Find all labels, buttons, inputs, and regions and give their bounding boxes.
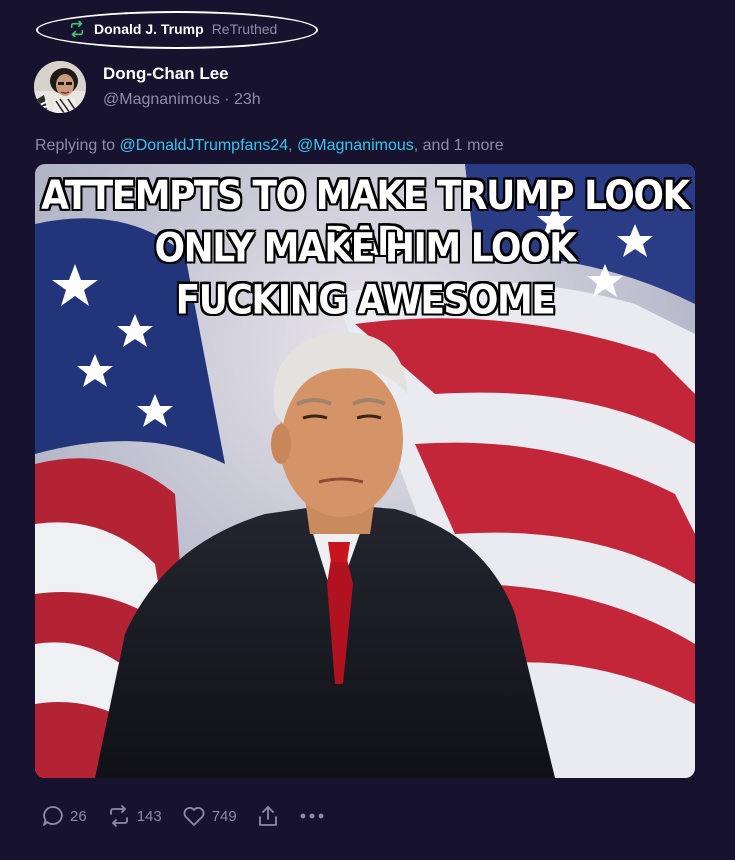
replying-to-line: Replying to @DonaldJTrumpfans24, @Magnan… [35,137,504,155]
reply-icon [43,806,63,826]
like-button[interactable]: 749 [182,805,237,827]
author-handle[interactable]: @Magnanimous [103,91,220,108]
like-count: 749 [211,807,237,825]
retruth-count: 143 [136,807,162,825]
meme-caption-line-2: ONLY MAKE HIM LOOK [154,225,577,272]
retruth-label: ReTruthed [211,21,278,37]
handle-separator: · [219,91,234,108]
retruth-icon [109,805,128,827]
reply-prefix: Replying to [35,137,120,154]
retruth-user-name[interactable]: Donald J. Trump [94,21,204,37]
share-button[interactable] [257,804,279,828]
retruth-button[interactable]: 143 [107,805,162,827]
more-button[interactable] [299,811,325,821]
mention-link[interactable]: @Magnanimous [297,137,414,154]
retruth-banner[interactable]: Donald J. Trump ReTruthed [68,21,277,37]
meme-caption-line-3: FUCKING AWESOME [175,277,556,324]
heart-icon [183,807,205,826]
more-icon [300,813,324,819]
avatar-image [34,61,86,113]
avatar[interactable] [34,61,86,113]
reply-suffix[interactable]: , and 1 more [414,137,504,154]
action-bar: 26 143 749 [42,804,345,828]
reply-comma: , [288,137,298,154]
share-icon [258,806,277,826]
post-image[interactable]: ATTEMPTS TO MAKE TRUMP LOOK BAD ONLY MAK… [35,164,695,778]
reply-button[interactable]: 26 [42,805,87,827]
mention-link[interactable]: @DonaldJTrumpfans24 [120,137,289,154]
retruth-icon [70,21,84,37]
author-handle-line: @Magnanimous · 23h [103,91,261,109]
post-time[interactable]: 23h [234,91,261,108]
author-name[interactable]: Dong-Chan Lee [103,64,229,84]
reply-count: 26 [70,807,87,825]
